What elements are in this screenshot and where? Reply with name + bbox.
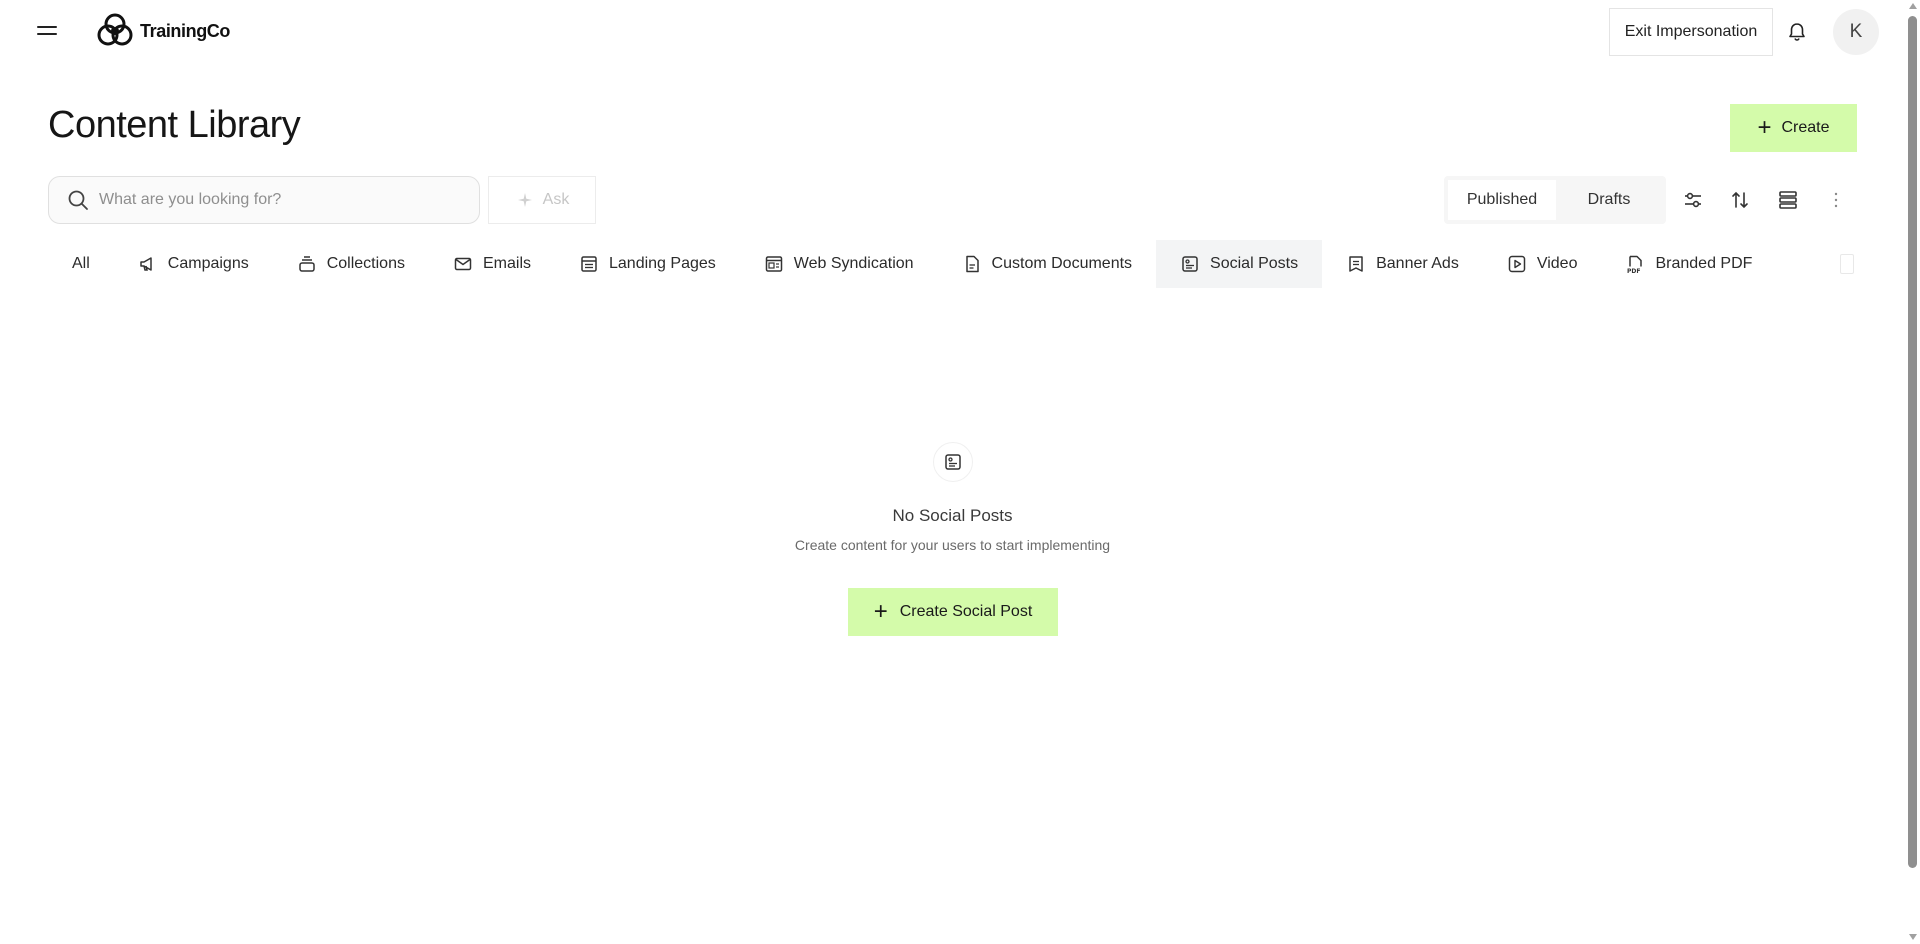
content-type-tabs: All Campaigns Collections Emails Landing…	[48, 240, 1858, 288]
tab-campaigns[interactable]: Campaigns	[114, 240, 273, 288]
ask-ai-button[interactable]: Ask	[488, 176, 596, 224]
sparkle-icon	[517, 193, 532, 207]
tab-banner-ads[interactable]: Banner Ads	[1322, 240, 1483, 288]
tab-all[interactable]: All	[48, 240, 114, 288]
page-title: Content Library	[48, 104, 301, 146]
tab-label: Banner Ads	[1376, 255, 1459, 272]
create-social-post-label: Create Social Post	[899, 603, 1033, 620]
hamburger-menu-icon[interactable]	[37, 23, 59, 39]
top-bar: TrainingCo Exit Impersonation K	[0, 0, 1905, 64]
tab-label: Custom Documents	[991, 255, 1133, 272]
published-toggle[interactable]: Published	[1448, 180, 1556, 220]
tab-collections[interactable]: Collections	[273, 240, 429, 288]
overflow-tab-icon[interactable]	[1840, 254, 1854, 274]
page-scrollbar[interactable]	[1905, 0, 1920, 944]
tab-label: Collections	[326, 255, 405, 272]
tab-label: Social Posts	[1210, 255, 1299, 272]
trainingco-logo-icon	[97, 13, 133, 46]
svg-text:PDF: PDF	[1627, 268, 1640, 274]
tab-emails[interactable]: Emails	[429, 240, 555, 288]
plus-icon: +	[873, 598, 888, 625]
tab-label: Branded PDF	[1655, 255, 1753, 272]
tab-label: Web Syndication	[793, 255, 914, 272]
megaphone-icon	[140, 257, 152, 271]
landing-page-icon	[581, 256, 597, 272]
scroll-down-arrow-icon[interactable]	[1909, 934, 1917, 940]
create-button-label: Create	[1781, 119, 1830, 136]
empty-state-title: No Social Posts	[892, 506, 1013, 525]
empty-state-icon	[933, 442, 973, 482]
tab-label: Landing Pages	[609, 255, 716, 272]
exit-impersonation-button[interactable]: Exit Impersonation	[1609, 8, 1773, 56]
social-post-icon	[1182, 256, 1198, 272]
tab-custom-documents[interactable]: Custom Documents	[938, 240, 1157, 288]
empty-state-subtitle: Create content for your users to start i…	[794, 537, 1111, 553]
search-input[interactable]	[99, 191, 459, 209]
pdf-icon: PDF	[1627, 255, 1643, 274]
video-icon	[1508, 255, 1526, 273]
ask-label: Ask	[542, 191, 570, 208]
tab-video[interactable]: Video	[1483, 240, 1602, 288]
more-options-icon[interactable]	[1824, 188, 1848, 212]
tab-label: Emails	[482, 255, 531, 272]
scroll-up-arrow-icon[interactable]	[1909, 3, 1917, 9]
sort-icon[interactable]	[1728, 188, 1752, 212]
envelope-icon	[454, 257, 472, 271]
tab-branded-pdf[interactable]: PDF Branded PDF	[1601, 240, 1776, 288]
banner-ad-icon	[1349, 256, 1363, 272]
search-box[interactable]	[48, 176, 480, 224]
search-icon	[68, 190, 88, 210]
tab-label: All	[72, 255, 90, 272]
brand-logo[interactable]: TrainingCo	[94, 10, 230, 52]
collections-icon	[298, 256, 315, 272]
list-view-icon[interactable]	[1776, 188, 1800, 212]
document-icon	[965, 255, 979, 273]
tab-landing-pages[interactable]: Landing Pages	[555, 240, 740, 288]
publish-status-toggle: Published Drafts	[1444, 176, 1666, 224]
brand-name: TrainingCo	[140, 20, 230, 41]
tab-label: Video	[1536, 255, 1578, 272]
filter-sliders-icon[interactable]	[1681, 188, 1705, 212]
create-button[interactable]: + Create	[1730, 104, 1857, 152]
notification-bell-icon[interactable]	[1785, 20, 1809, 44]
web-syndication-icon	[765, 256, 783, 272]
tab-web-syndication[interactable]: Web Syndication	[740, 240, 938, 288]
create-social-post-button[interactable]: + Create Social Post	[848, 588, 1058, 636]
scrollbar-thumb[interactable]	[1908, 16, 1917, 868]
tab-social-posts[interactable]: Social Posts	[1156, 240, 1323, 288]
user-avatar[interactable]: K	[1833, 9, 1879, 55]
drafts-toggle[interactable]: Drafts	[1556, 180, 1662, 220]
tab-label: Campaigns	[167, 255, 249, 272]
plus-icon: +	[1757, 114, 1772, 141]
social-post-icon	[945, 454, 961, 470]
